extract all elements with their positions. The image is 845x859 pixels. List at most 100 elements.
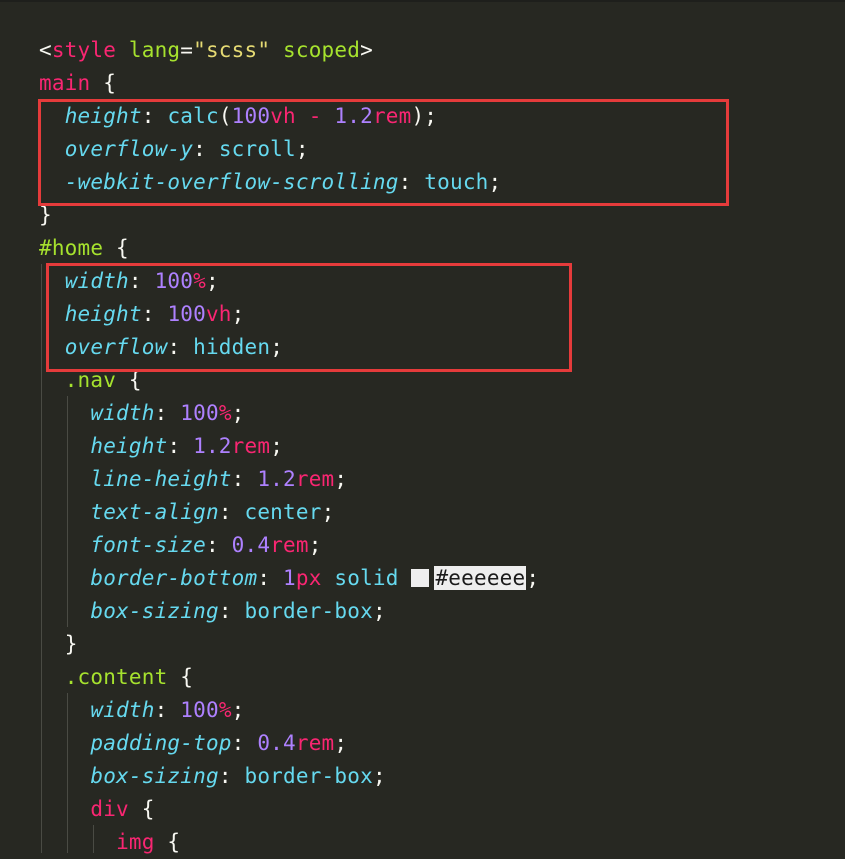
code-token: line-height bbox=[90, 467, 232, 491]
code-line[interactable]: width: 100%; bbox=[39, 694, 245, 727]
code-token: width bbox=[90, 698, 155, 722]
code-line[interactable]: line-height: 1.2rem; bbox=[39, 463, 347, 496]
code-token: : bbox=[167, 434, 194, 458]
code-token: box-sizing bbox=[90, 764, 219, 788]
code-token: border-box bbox=[244, 764, 373, 788]
code-token: #eeeeee bbox=[434, 566, 527, 590]
code-token: padding-top bbox=[90, 731, 232, 755]
code-token: ; bbox=[308, 533, 322, 557]
code-token: ; bbox=[526, 566, 540, 590]
code-token: } bbox=[64, 632, 78, 656]
code-line[interactable]: width: 100%; bbox=[39, 397, 245, 430]
code-token: ; bbox=[334, 467, 348, 491]
code-line[interactable]: box-sizing: border-box; bbox=[39, 595, 386, 628]
code-token: ; bbox=[270, 434, 284, 458]
code-token: ; bbox=[372, 599, 386, 623]
code-token: rem bbox=[295, 731, 335, 755]
code-token: rem bbox=[270, 533, 309, 557]
code-token: { bbox=[154, 830, 181, 854]
code-token: : bbox=[205, 533, 232, 557]
code-token: { bbox=[128, 797, 155, 821]
code-token: style bbox=[51, 38, 117, 62]
code-token: 0.4 bbox=[257, 731, 296, 755]
code-token: font-size bbox=[90, 533, 206, 557]
code-editor[interactable]: <style lang="scss" scoped> main { height:… bbox=[0, 0, 845, 854]
code-line[interactable]: font-size: 0.4rem; bbox=[39, 529, 322, 562]
code-line[interactable]: border-bottom: 1px solid #eeeeee; bbox=[39, 562, 539, 595]
color-swatch bbox=[411, 569, 430, 587]
code-line[interactable]: height: 1.2rem; bbox=[39, 430, 283, 463]
code-token: : bbox=[231, 467, 258, 491]
code-token: 1.2 bbox=[257, 467, 296, 491]
code-token: = bbox=[180, 38, 194, 62]
code-token: : bbox=[218, 764, 245, 788]
code-token: 1 bbox=[283, 566, 296, 590]
code-token: box-sizing bbox=[90, 599, 219, 623]
code-line[interactable]: box-sizing: border-box; bbox=[39, 760, 386, 793]
code-token: ; bbox=[334, 731, 348, 755]
code-token: "scss" bbox=[193, 38, 271, 62]
code-token: px bbox=[295, 566, 322, 590]
code-token: rem bbox=[295, 467, 335, 491]
code-token: .content bbox=[64, 665, 168, 689]
code-line[interactable]: #home { bbox=[39, 232, 129, 265]
code-token: } bbox=[39, 203, 52, 227]
code-token: scoped bbox=[283, 38, 361, 62]
code-token: border-box bbox=[244, 599, 373, 623]
code-token: : bbox=[231, 731, 258, 755]
code-line[interactable]: padding-top: 0.4rem; bbox=[39, 727, 347, 760]
code-token: : bbox=[154, 401, 181, 425]
code-token: width bbox=[90, 401, 155, 425]
code-line[interactable]: } bbox=[39, 628, 78, 661]
code-token: : bbox=[154, 698, 181, 722]
code-token: % bbox=[218, 698, 232, 722]
code-line[interactable]: <style lang="scss" scoped> bbox=[39, 34, 373, 67]
code-token: ; bbox=[231, 698, 245, 722]
code-token: rem bbox=[231, 434, 271, 458]
code-line[interactable]: .content { bbox=[39, 661, 193, 694]
code-token: : bbox=[218, 500, 245, 524]
code-token: { bbox=[167, 665, 194, 689]
code-token: main bbox=[39, 71, 91, 95]
code-token: #home bbox=[39, 236, 104, 260]
code-token: : bbox=[257, 566, 284, 590]
code-token: 1.2 bbox=[193, 434, 232, 458]
code-token: : bbox=[218, 599, 245, 623]
code-token: % bbox=[218, 401, 232, 425]
code-token: > bbox=[360, 38, 373, 62]
highlight-box-home bbox=[46, 263, 572, 372]
code-token: < bbox=[39, 38, 52, 62]
code-token: border-bottom bbox=[90, 566, 258, 590]
code-line[interactable]: main { bbox=[39, 67, 116, 100]
code-token: div bbox=[90, 797, 129, 821]
code-token: text-align bbox=[90, 500, 219, 524]
code-token: ; bbox=[231, 401, 245, 425]
highlight-box-main bbox=[38, 99, 729, 206]
code-line[interactable]: div { bbox=[39, 793, 155, 826]
code-token: ; bbox=[321, 500, 335, 524]
code-token: center bbox=[244, 500, 322, 524]
code-line[interactable]: img { bbox=[39, 826, 180, 859]
code-line[interactable]: text-align: center; bbox=[39, 496, 334, 529]
code-token: 0.4 bbox=[231, 533, 271, 557]
code-token: 100 bbox=[180, 698, 219, 722]
code-token: 100 bbox=[180, 401, 219, 425]
code-token: height bbox=[90, 434, 168, 458]
